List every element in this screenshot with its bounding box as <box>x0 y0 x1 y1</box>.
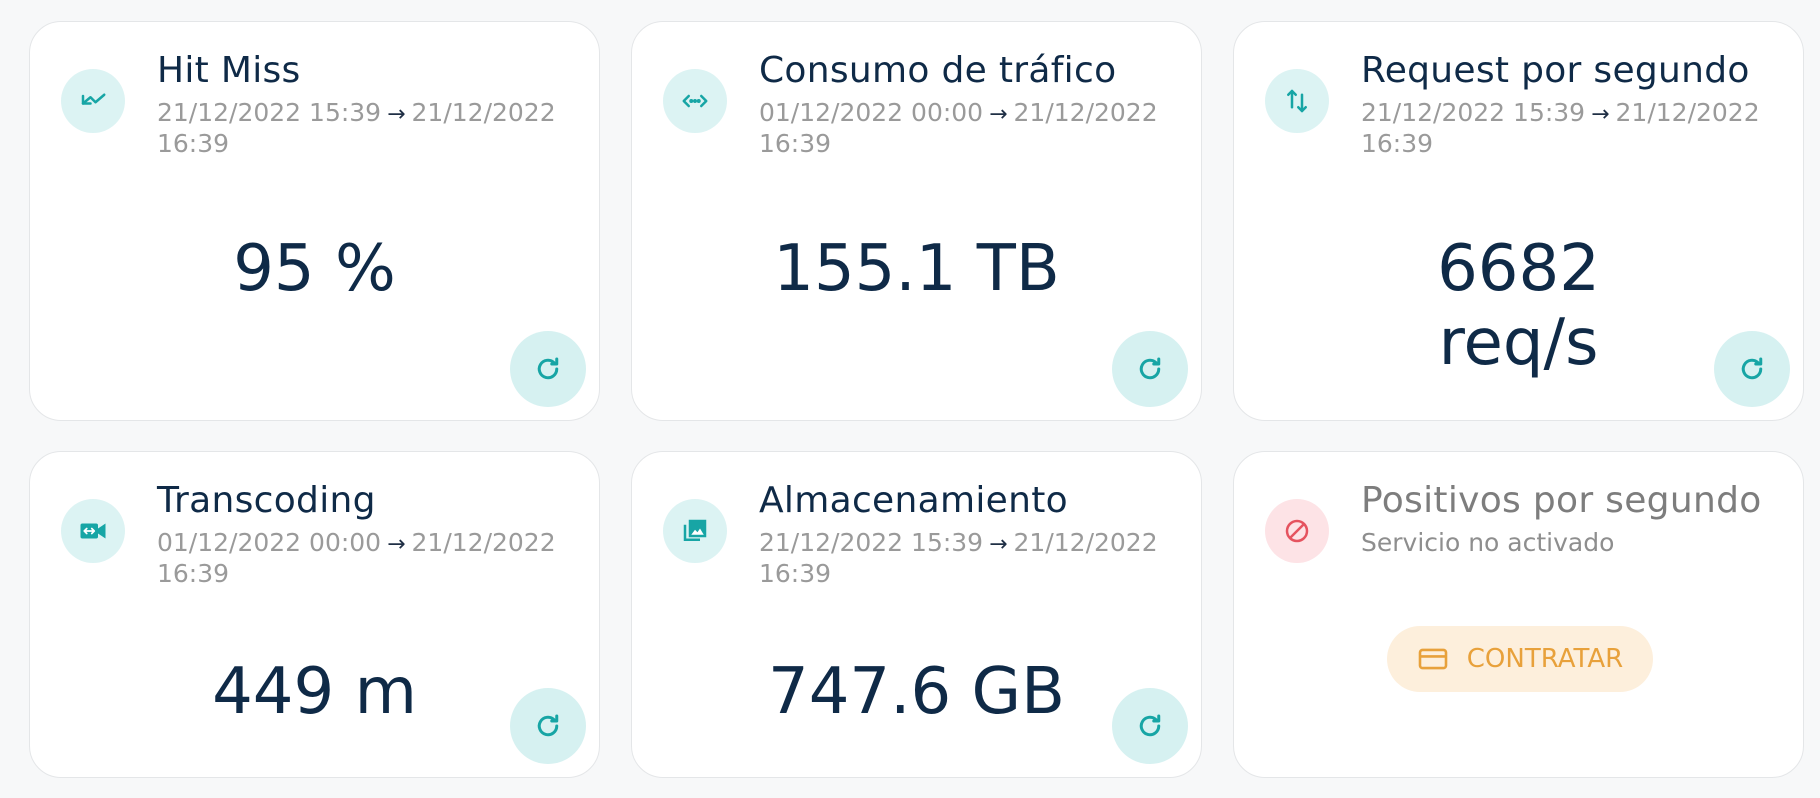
refresh-icon <box>1139 714 1161 737</box>
card-title: Hit Miss <box>157 50 301 91</box>
range-start: 01/12/2022 00:00 <box>157 528 382 557</box>
card-title: Request por segundo <box>1361 50 1750 91</box>
blocked-icon <box>1265 499 1329 563</box>
date-range: 21/12/2022 15:39 → 21/12/2022 16:39 <box>759 528 1181 588</box>
refresh-button[interactable] <box>1112 688 1188 764</box>
positives-card: Positivos por segundo Servicio no activa… <box>1233 451 1804 778</box>
arrow-right-icon: → <box>1591 102 1610 127</box>
arrow-right-icon: → <box>989 102 1008 127</box>
metric-value: 95 % <box>233 232 396 306</box>
traffic-card: Consumo de tráfico 01/12/2022 00:00 → 21/1… <box>631 21 1202 421</box>
range-start: 01/12/2022 00:00 <box>759 98 984 127</box>
arrow-right-icon: → <box>387 532 406 557</box>
swap-vertical-icon <box>1265 69 1329 133</box>
requests-card: Request por segundo 21/12/2022 15:39 → 21/… <box>1233 21 1804 421</box>
arrow-right-icon: → <box>989 532 1008 557</box>
hit-miss-icon <box>61 69 125 133</box>
contract-button[interactable]: CONTRATAR <box>1387 626 1653 692</box>
service-status: Servicio no activado <box>1361 528 1615 557</box>
metric-value: 155.1 TB <box>773 232 1060 306</box>
transcoding-card: Transcoding 01/12/2022 00:00 → 21/12/2022 … <box>29 451 600 778</box>
refresh-icon <box>1139 357 1161 380</box>
traffic-icon <box>663 69 727 133</box>
range-start: 21/12/2022 15:39 <box>759 528 984 557</box>
refresh-button[interactable] <box>1714 331 1790 407</box>
card-title: Positivos por segundo <box>1361 480 1762 521</box>
refresh-button[interactable] <box>510 688 586 764</box>
refresh-button[interactable] <box>510 331 586 407</box>
refresh-button[interactable] <box>1112 331 1188 407</box>
date-range: 21/12/2022 15:39 → 21/12/2022 16:39 <box>157 98 579 158</box>
card-title: Consumo de tráfico <box>759 50 1117 91</box>
date-range: 01/12/2022 00:00 → 21/12/2022 16:39 <box>157 528 579 588</box>
credit-card-icon <box>1418 648 1448 670</box>
storage-card: Almacenamiento 21/12/2022 15:39 → 21/12/20… <box>631 451 1202 778</box>
date-range: 21/12/2022 15:39 → 21/12/2022 16:39 <box>1361 98 1783 158</box>
card-title: Almacenamiento <box>759 480 1068 521</box>
card-title: Transcoding <box>157 480 376 521</box>
refresh-icon <box>537 714 559 737</box>
range-start: 21/12/2022 15:39 <box>157 98 382 127</box>
hit-miss-card: Hit Miss 21/12/2022 15:39 → 21/12/2022 16:… <box>29 21 600 421</box>
dashboard-grid: Hit Miss 21/12/2022 15:39 → 21/12/2022 16:… <box>0 0 1820 798</box>
refresh-icon <box>537 357 559 380</box>
video-transcode-icon <box>61 499 125 563</box>
range-start: 21/12/2022 15:39 <box>1361 98 1586 127</box>
contract-button-label: CONTRATAR <box>1466 644 1624 674</box>
date-range: 01/12/2022 00:00 → 21/12/2022 16:39 <box>759 98 1181 158</box>
photo-library-icon <box>663 499 727 563</box>
arrow-right-icon: → <box>387 102 406 127</box>
metric-number: 6682 <box>1437 232 1600 306</box>
refresh-icon <box>1741 357 1763 380</box>
